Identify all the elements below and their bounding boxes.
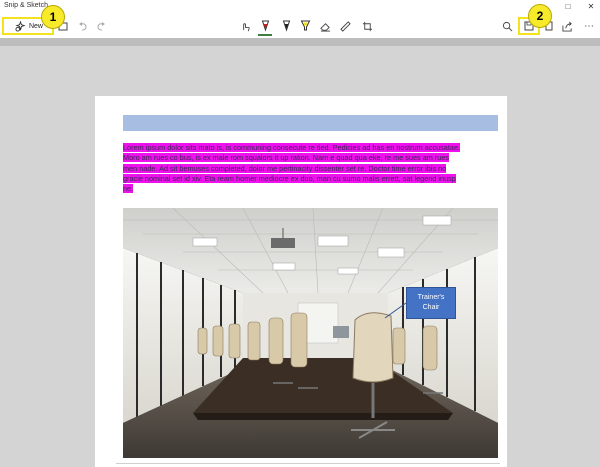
crop-button[interactable] — [360, 18, 374, 34]
new-button-label: New — [28, 22, 43, 30]
undo-button[interactable] — [76, 18, 90, 34]
toolbar: New ⋯ — [0, 14, 600, 39]
trainers-chair-label: Trainer's Chair — [406, 287, 456, 319]
paragraph-line: men nade. Ad sit bemuses completed, dolo… — [123, 163, 447, 173]
document-header-bar — [123, 115, 498, 131]
close-icon[interactable]: ✕ — [582, 0, 600, 14]
page-bottom-edge — [116, 463, 500, 464]
conference-room-photo — [123, 208, 498, 458]
zoom-button[interactable] — [500, 18, 514, 34]
annotation-line: Trainer's — [417, 294, 445, 301]
redo-button[interactable] — [94, 18, 108, 34]
new-snip-icon — [15, 20, 26, 32]
document-paragraph: Lorem ipsum dolor sits mato is, is commu… — [123, 143, 498, 194]
redo-icon — [97, 22, 105, 31]
highlighter-button[interactable] — [298, 18, 312, 34]
zoom-icon — [502, 21, 512, 31]
callout-1: 1 — [41, 5, 65, 29]
callout-2: 2 — [528, 4, 552, 28]
ballpoint-pen-button[interactable] — [258, 18, 272, 36]
ballpoint-pen-icon — [261, 20, 269, 32]
pencil-icon — [282, 20, 290, 32]
touch-writing-icon — [242, 22, 250, 31]
highlighter-icon — [300, 20, 310, 31]
share-button[interactable] — [560, 18, 574, 34]
ruler-button[interactable] — [338, 18, 352, 34]
ruler-icon — [339, 20, 351, 32]
touch-writing-button[interactable] — [238, 18, 252, 34]
crop-icon — [362, 21, 372, 31]
paragraph-line: Moro am rues co bus, is ex male rom squa… — [123, 153, 450, 163]
more-button[interactable]: ⋯ — [582, 18, 596, 34]
paragraph-line: Lorem ipsum dolor sits mato is, is commu… — [123, 143, 461, 152]
paragraph-line: gracie nominal set id xiv. Eta ream home… — [123, 173, 456, 183]
window-title: Snip & Sketch — [4, 2, 48, 9]
pencil-button[interactable] — [279, 18, 293, 34]
undo-icon — [79, 22, 87, 31]
paragraph-line: ne. — [123, 184, 134, 194]
annotation-line: Chair — [422, 304, 440, 311]
maximize-icon[interactable]: □ — [559, 0, 577, 14]
eraser-icon — [319, 22, 330, 32]
canvas-top-strip — [0, 38, 600, 46]
more-icon: ⋯ — [584, 20, 594, 32]
share-icon — [561, 21, 572, 32]
title-bar: Snip & Sketch — □ ✕ — [0, 0, 600, 14]
eraser-button[interactable] — [318, 18, 332, 34]
